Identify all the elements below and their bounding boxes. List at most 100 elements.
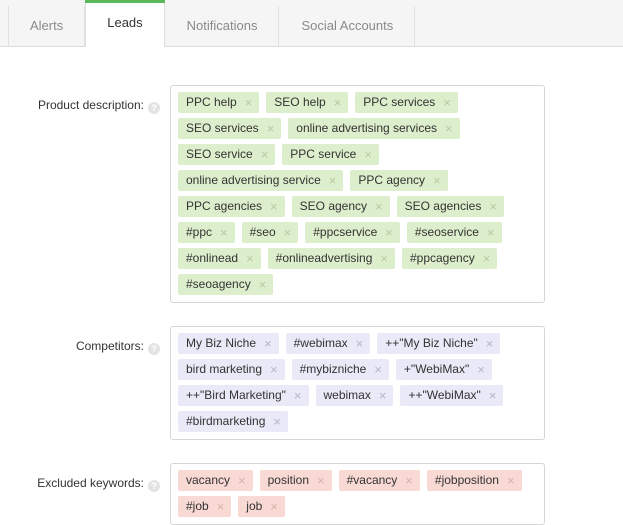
- tag-remove-icon[interactable]: ×: [246, 252, 254, 265]
- tag-chip[interactable]: #seo ×: [241, 222, 299, 243]
- tag-remove-icon[interactable]: ×: [220, 226, 228, 239]
- tag-remove-icon[interactable]: ×: [433, 174, 441, 187]
- tag-chip[interactable]: webimax ×: [315, 385, 394, 406]
- tag-chip[interactable]: #seoservice ×: [406, 222, 502, 243]
- tag-label: SEO agency: [299, 199, 368, 213]
- tag-remove-icon[interactable]: ×: [273, 415, 281, 428]
- tab-leads[interactable]: Leads: [85, 0, 166, 47]
- tag-remove-icon[interactable]: ×: [245, 96, 253, 109]
- label-text-product-description: Product description:: [37, 98, 144, 112]
- tag-chip[interactable]: online advertising service ×: [178, 170, 344, 191]
- tab-social-accounts[interactable]: Social Accounts: [279, 6, 416, 46]
- tag-chip[interactable]: PPC service ×: [282, 144, 379, 165]
- tag-remove-icon[interactable]: ×: [267, 122, 275, 135]
- tag-chip[interactable]: #onlinead ×: [178, 248, 261, 269]
- tag-remove-icon[interactable]: ×: [483, 252, 491, 265]
- tag-remove-icon[interactable]: ×: [477, 363, 485, 376]
- tag-remove-icon[interactable]: ×: [329, 174, 337, 187]
- leads-settings-panel: Product description:? PPC help × SEO help × P…: [0, 47, 623, 525]
- tag-chip[interactable]: ++"My Biz Niche" ×: [377, 333, 501, 354]
- tag-remove-icon[interactable]: ×: [294, 389, 302, 402]
- tag-remove-icon[interactable]: ×: [380, 252, 388, 265]
- label-competitors: Competitors:?: [0, 326, 170, 355]
- tag-remove-icon[interactable]: ×: [507, 474, 515, 487]
- tag-label: SEO agencies: [404, 199, 482, 213]
- tag-remove-icon[interactable]: ×: [356, 337, 364, 350]
- tag-label: ++"My Biz Niche": [385, 336, 478, 350]
- tag-chip[interactable]: position ×: [259, 470, 332, 491]
- tag-chip[interactable]: vacancy ×: [178, 470, 253, 491]
- tag-field-competitors[interactable]: My Biz Niche × #webimax × ++"My Biz Niche" × b…: [170, 326, 545, 440]
- tag-chip[interactable]: +"WebiMax" ×: [395, 359, 492, 380]
- tag-chip[interactable]: #onlineadvertising ×: [267, 248, 395, 269]
- help-icon[interactable]: ?: [148, 480, 160, 492]
- tag-label: #onlineadvertising: [275, 251, 373, 265]
- tag-remove-icon[interactable]: ×: [489, 200, 497, 213]
- tag-chip[interactable]: #jobposition ×: [426, 470, 522, 491]
- tag-chip[interactable]: SEO agencies ×: [396, 196, 504, 217]
- help-icon[interactable]: ?: [148, 343, 160, 355]
- tag-label: PPC service: [290, 147, 357, 161]
- form-row-product-description: Product description:? PPC help × SEO help × P…: [0, 85, 623, 303]
- tag-remove-icon[interactable]: ×: [270, 200, 278, 213]
- tag-label: #seoservice: [414, 225, 479, 239]
- tag-remove-icon[interactable]: ×: [238, 474, 246, 487]
- tag-chip[interactable]: ++"WebiMax" ×: [400, 385, 504, 406]
- help-icon[interactable]: ?: [148, 102, 160, 114]
- tag-remove-icon[interactable]: ×: [284, 226, 292, 239]
- tag-label: PPC help: [186, 95, 237, 109]
- tag-remove-icon[interactable]: ×: [385, 226, 393, 239]
- tag-remove-icon[interactable]: ×: [270, 500, 278, 513]
- tag-remove-icon[interactable]: ×: [334, 96, 342, 109]
- tag-label: +"WebiMax": [403, 362, 470, 376]
- tag-remove-icon[interactable]: ×: [375, 200, 383, 213]
- tag-chip[interactable]: #webimax ×: [285, 333, 371, 354]
- tag-remove-icon[interactable]: ×: [486, 337, 494, 350]
- tag-chip[interactable]: #ppcagency ×: [401, 248, 498, 269]
- tag-remove-icon[interactable]: ×: [489, 389, 497, 402]
- tag-chip[interactable]: PPC services ×: [355, 92, 458, 113]
- tag-chip[interactable]: SEO services ×: [178, 118, 282, 139]
- tag-remove-icon[interactable]: ×: [445, 122, 453, 135]
- tag-label: #birdmarketing: [186, 414, 266, 428]
- tag-remove-icon[interactable]: ×: [374, 363, 382, 376]
- tag-chip[interactable]: #job ×: [178, 496, 232, 517]
- tag-chip[interactable]: online advertising services ×: [288, 118, 460, 139]
- tag-remove-icon[interactable]: ×: [405, 474, 413, 487]
- tag-chip[interactable]: PPC help ×: [178, 92, 260, 113]
- tag-chip[interactable]: SEO agency ×: [291, 196, 390, 217]
- tag-field-product-description[interactable]: PPC help × SEO help × PPC services × SEO servi…: [170, 85, 545, 303]
- tag-chip[interactable]: SEO service ×: [178, 144, 276, 165]
- tag-chip[interactable]: job ×: [238, 496, 285, 517]
- tag-remove-icon[interactable]: ×: [264, 337, 272, 350]
- tag-remove-icon[interactable]: ×: [317, 474, 325, 487]
- tag-label: online advertising service: [186, 173, 321, 187]
- tag-chip[interactable]: #seoagency ×: [178, 274, 274, 295]
- tag-chip[interactable]: PPC agency ×: [350, 170, 448, 191]
- tag-chip[interactable]: #ppc ×: [178, 222, 235, 243]
- tag-remove-icon[interactable]: ×: [261, 148, 269, 161]
- label-text-excluded-keywords: Excluded keywords:: [37, 476, 144, 490]
- tag-label: #jobposition: [434, 473, 499, 487]
- tag-chip[interactable]: #ppcservice ×: [305, 222, 400, 243]
- tag-chip[interactable]: My Biz Niche ×: [178, 333, 279, 354]
- tag-field-excluded-keywords[interactable]: vacancy × position × #vacancy × #jobposition × #…: [170, 463, 545, 525]
- tag-chip[interactable]: #birdmarketing ×: [178, 411, 288, 432]
- tag-chip[interactable]: #mybizniche ×: [291, 359, 389, 380]
- tag-chip[interactable]: bird marketing ×: [178, 359, 285, 380]
- tag-remove-icon[interactable]: ×: [379, 389, 387, 402]
- tag-remove-icon[interactable]: ×: [487, 226, 495, 239]
- tag-remove-icon[interactable]: ×: [270, 363, 278, 376]
- tag-remove-icon[interactable]: ×: [364, 148, 372, 161]
- tag-remove-icon[interactable]: ×: [217, 500, 225, 513]
- tab-alerts[interactable]: Alerts: [8, 6, 86, 46]
- tag-chip[interactable]: PPC agencies ×: [178, 196, 285, 217]
- tag-chip[interactable]: #vacancy ×: [338, 470, 420, 491]
- tag-chip[interactable]: SEO help ×: [266, 92, 349, 113]
- form-row-excluded-keywords: Excluded keywords:? vacancy × position × #vac…: [0, 463, 623, 525]
- tag-remove-icon[interactable]: ×: [259, 278, 267, 291]
- tag-remove-icon[interactable]: ×: [443, 96, 451, 109]
- tag-label: ++"WebiMax": [408, 388, 481, 402]
- tab-notifications[interactable]: Notifications: [164, 6, 280, 46]
- tag-chip[interactable]: ++"Bird Marketing" ×: [178, 385, 309, 406]
